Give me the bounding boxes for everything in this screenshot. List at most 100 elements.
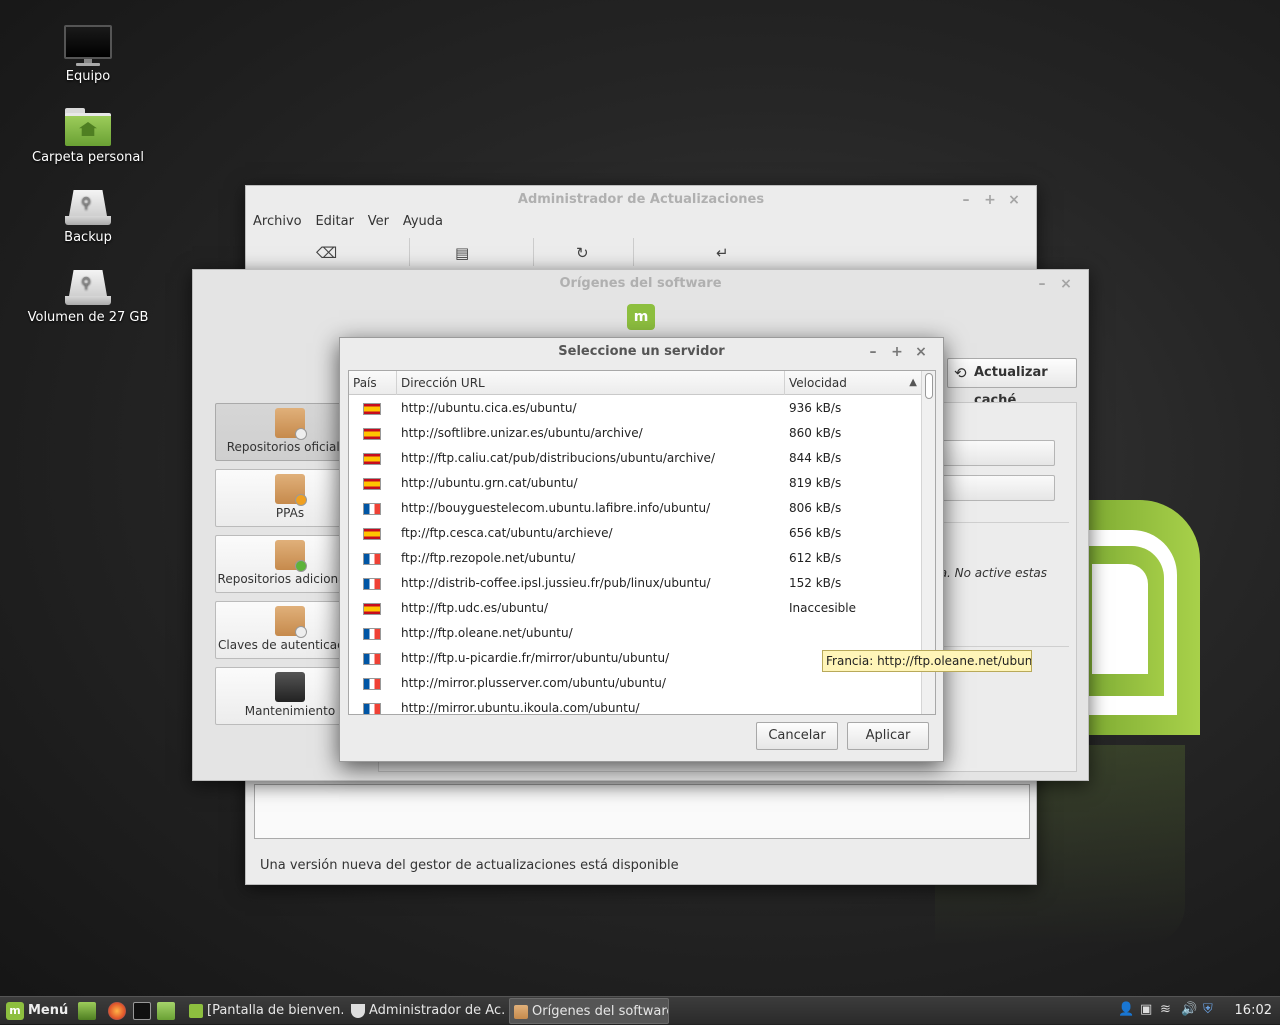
table-row[interactable]: ftp://ftp.cesca.cat/ubuntu/archieve/656 … [349, 521, 923, 546]
clipboard-icon[interactable]: ▣ [1140, 1002, 1152, 1017]
table-row[interactable]: http://mirror.ubuntu.ikoula.com/ubuntu/ [349, 696, 923, 714]
server-url: http://ftp.u-picardie.fr/mirror/ubuntu/u… [401, 651, 670, 665]
server-speed: 860 kB/s [789, 426, 842, 440]
server-url: ftp://ftp.rezopole.net/ubuntu/ [401, 551, 576, 565]
usb-drive-icon: ⚲ [65, 270, 111, 306]
home-folder-icon [65, 108, 111, 146]
server-speed: 844 kB/s [789, 451, 842, 465]
refresh-icon[interactable]: ↻ [576, 244, 589, 262]
status-message: Una versión nueva del gestor de actualiz… [260, 858, 679, 873]
table-row[interactable]: http://ftp.oleane.net/ubuntu/ [349, 621, 923, 646]
update-cache-button[interactable]: ⟲ Actualizar caché [947, 358, 1077, 408]
task-origenes-del-software[interactable]: Orígenes del software [509, 998, 669, 1024]
table-row[interactable]: http://bouyguestelecom.ubuntu.lafibre.in… [349, 496, 923, 521]
task-pantalla-de-bienvenida[interactable]: [Pantalla de bienven... [185, 998, 343, 1024]
table-row[interactable]: http://ubuntu.cica.es/ubuntu/936 kB/s [349, 396, 923, 421]
install-icon[interactable]: ↵ [716, 244, 729, 262]
server-url: http://mirror.plusserver.com/ubuntu/ubun… [401, 676, 666, 690]
package-icon [514, 1005, 528, 1019]
server-url: http://softlibre.unizar.es/ubuntu/archiv… [401, 426, 643, 440]
update-shield-icon[interactable]: ⛨ [1203, 1002, 1213, 1017]
apply-button[interactable]: Aplicar [847, 722, 929, 750]
clear-icon[interactable]: ⌫ [316, 244, 337, 262]
close-button[interactable]: × [1054, 270, 1078, 298]
linux-mint-logo-icon: m [627, 304, 655, 330]
close-button[interactable]: × [909, 338, 933, 366]
table-row[interactable]: http://ftp.caliu.cat/pub/distribucions/u… [349, 446, 923, 471]
spain-flag-icon [363, 428, 381, 440]
server-speed: 806 kB/s [789, 501, 842, 515]
table-row[interactable]: ftp://ftp.rezopole.net/ubuntu/612 kB/s [349, 546, 923, 571]
desktop-icon-label: Backup [64, 230, 112, 245]
toolbar-separator [633, 238, 634, 266]
dialog-title: Seleccione un servidor [558, 344, 725, 359]
toolbar-separator [409, 238, 410, 266]
server-list-header: País Dirección URL Velocidad ▲ [349, 371, 923, 395]
server-speed: Inaccesible [789, 601, 856, 615]
france-flag-icon [363, 628, 381, 640]
spain-flag-icon [363, 528, 381, 540]
spain-flag-icon [363, 478, 381, 490]
table-row[interactable]: http://distrib-coffee.ipsl.jussieu.fr/pu… [349, 571, 923, 596]
task-administrador-de-actualizaciones[interactable]: Administrador de Ac... [347, 998, 505, 1024]
france-flag-icon [363, 553, 381, 565]
maximize-button[interactable]: + [885, 338, 909, 366]
minimize-button[interactable]: – [861, 338, 885, 366]
table-row[interactable]: http://mirror.plusserver.com/ubuntu/ubun… [349, 671, 923, 696]
user-icon[interactable]: 👤 [1118, 1002, 1134, 1017]
dialog-titlebar[interactable]: Seleccione un servidor – + × [340, 338, 943, 366]
maximize-button[interactable]: + [978, 186, 1002, 214]
show-desktop-icon[interactable] [78, 1002, 96, 1020]
update-manager-titlebar[interactable]: Administrador de Actualizaciones – + × [246, 186, 1036, 214]
computer-icon [64, 25, 112, 66]
cancel-button[interactable]: Cancelar [756, 722, 838, 750]
france-flag-icon [363, 653, 381, 665]
spain-flag-icon [363, 453, 381, 465]
select-server-dialog: Seleccione un servidor – + × País Direcció… [339, 337, 944, 762]
update-list[interactable] [254, 784, 1030, 839]
clock[interactable]: 16:02 [1235, 997, 1272, 1025]
server-url: http://ubuntu.grn.cat/ubuntu/ [401, 476, 578, 490]
close-button[interactable]: × [1002, 186, 1026, 214]
software-sources-titlebar[interactable]: Orígenes del software – × [193, 270, 1088, 298]
firefox-icon[interactable] [108, 1002, 126, 1020]
server-url: ftp://ftp.cesca.cat/ubuntu/archieve/ [401, 526, 613, 540]
terminal-icon[interactable] [133, 1002, 151, 1020]
france-flag-icon [363, 578, 381, 590]
volume-icon[interactable]: 🔊 [1181, 1002, 1197, 1017]
menu-editar[interactable]: Editar [310, 214, 359, 229]
server-tooltip: Francia: http://ftp.oleane.net/ubuntu/ [822, 650, 1032, 672]
desktop-icon-label: Equipo [65, 69, 111, 84]
table-row[interactable]: http://softlibre.unizar.es/ubuntu/archiv… [349, 421, 923, 446]
package-icon [275, 606, 307, 638]
scrollbar-thumb[interactable] [925, 373, 933, 399]
column-header-url[interactable]: Dirección URL [397, 371, 785, 395]
maintenance-icon [275, 672, 305, 702]
minimize-button[interactable]: – [954, 186, 978, 214]
package-icon [275, 474, 307, 506]
desktop-icon-carpeta-personal[interactable]: Carpeta personal [23, 108, 153, 165]
changelog-icon[interactable]: ▤ [455, 244, 469, 262]
menu-archivo[interactable]: Archivo [248, 214, 307, 229]
table-row[interactable]: http://ftp.udc.es/ubuntu/Inaccesible [349, 596, 923, 621]
menu-ver[interactable]: Ver [363, 214, 394, 229]
server-url: http://ftp.udc.es/ubuntu/ [401, 601, 549, 615]
table-row[interactable]: http://ubuntu.grn.cat/ubuntu/819 kB/s [349, 471, 923, 496]
desktop-icon-equipo[interactable]: Equipo [23, 25, 153, 84]
menu-label: Menú [28, 1003, 69, 1018]
menu-ayuda[interactable]: Ayuda [398, 214, 448, 229]
server-speed: 612 kB/s [789, 551, 842, 565]
wifi-icon[interactable]: ≋ [1160, 1002, 1171, 1017]
minimize-button[interactable]: – [1030, 270, 1054, 298]
files-icon[interactable] [157, 1002, 175, 1020]
menu-button[interactable]: m Menú [4, 1000, 68, 1022]
column-header-country[interactable]: País [349, 371, 397, 395]
desktop-icon-backup[interactable]: ⚲ Backup [23, 190, 153, 245]
package-icon [275, 408, 307, 440]
desktop-icon-volumen[interactable]: ⚲ Volumen de 27 GB [23, 270, 153, 325]
france-flag-icon [363, 703, 381, 714]
column-header-speed[interactable]: Velocidad ▲ [785, 371, 923, 395]
spain-flag-icon [363, 403, 381, 415]
column-header-speed-label: Velocidad [789, 376, 847, 390]
shield-icon [351, 1004, 365, 1018]
